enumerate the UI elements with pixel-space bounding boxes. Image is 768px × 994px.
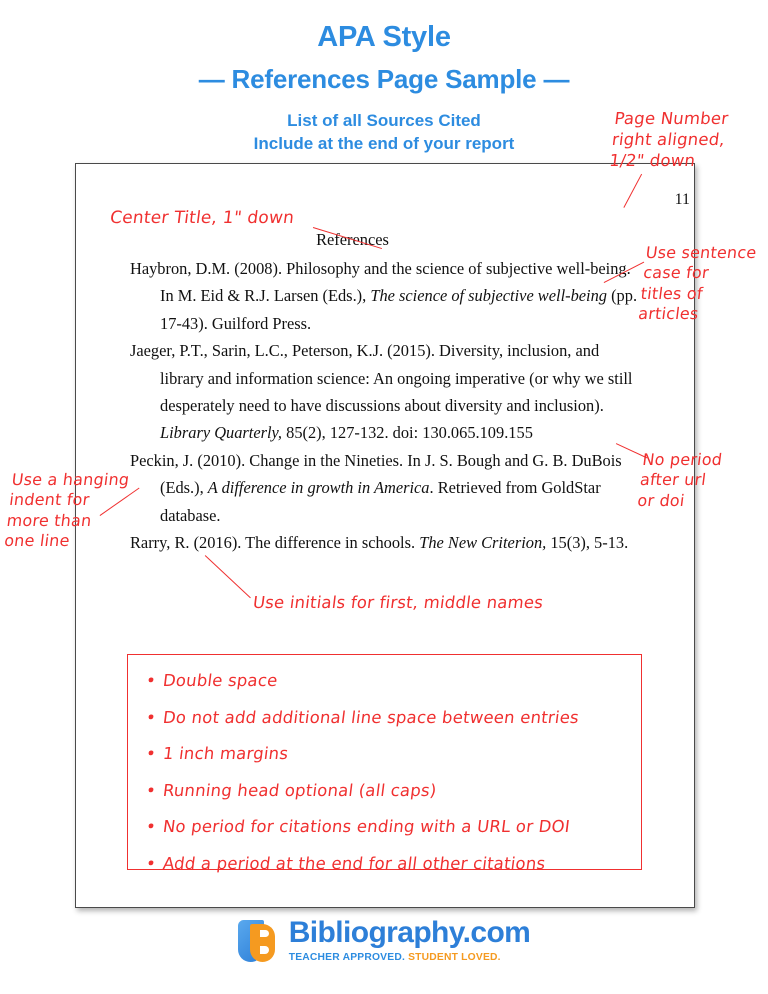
reference-text: Jaeger, P.T., Sarin, L.C., Peterson, K.J… <box>130 341 633 415</box>
rule-item: • No period for citations ending with a U… <box>144 817 642 836</box>
page-title: APA Style <box>317 21 451 53</box>
annotation-initials: Use initials for first, middle names <box>251 593 545 612</box>
reference-entries: Haybron, D.M. (2008). Philosophy and the… <box>130 255 645 556</box>
reference-text: 15(3), 5-13. <box>546 532 629 552</box>
reference-entry: Peckin, J. (2010). Change in the Ninetie… <box>130 447 645 529</box>
logo-tagline-blue: TEACHER APPROVED. <box>288 952 406 964</box>
annotation-center-title: Center Title, 1" down <box>108 208 296 228</box>
bullet-icon: • <box>144 744 158 763</box>
logo-brand-name: Bibliography.com <box>288 916 531 950</box>
rule-item-label: No period for citations ending with a UR… <box>161 817 572 836</box>
bullet-icon: • <box>144 780 158 800</box>
annotation-hanging-indent: Use a hanging indent for more than one l… <box>3 470 131 551</box>
reference-entry: Haybron, D.M. (2008). Philosophy and the… <box>130 255 645 337</box>
logo-notch-bottom <box>259 946 269 954</box>
logo-tagline: TEACHER APPROVED. STUDENT LOVED. <box>289 953 531 963</box>
rule-item-label: 1 inch margins <box>161 744 290 763</box>
rule-item: • 1 inch margins <box>144 744 642 763</box>
document-page-number: 11 <box>674 191 690 208</box>
rules-box: • Double space • Do not add additional line… <box>127 654 642 873</box>
annotation-no-period: No period after url or doi <box>636 450 724 510</box>
site-logo[interactable]: Bibliography.com TEACHER APPROVED. STUDE… <box>0 918 768 964</box>
logo-text-block: Bibliography.com TEACHER APPROVED. STUDE… <box>289 918 531 963</box>
logo-tagline-orange: STUDENT LOVED. <box>405 952 501 964</box>
annotation-page-number: Page Number right aligned, 1/2" down <box>608 109 730 171</box>
reference-entry: Jaeger, P.T., Sarin, L.C., Peterson, K.J… <box>130 337 645 447</box>
bullet-icon: • <box>144 707 158 727</box>
bibliography-b-icon <box>237 918 280 964</box>
rule-item: • Double space <box>144 671 642 690</box>
reference-title-italic: A difference in growth in America <box>207 478 430 498</box>
bullet-icon: • <box>144 853 158 873</box>
reference-title-italic: Library Quarterly, <box>160 423 283 443</box>
rule-item-label: Running head optional (all caps) <box>161 780 438 800</box>
reference-title-italic: The science of subjective well-being <box>370 286 607 306</box>
rule-item: • Running head optional (all caps) <box>144 780 642 800</box>
bullet-icon: • <box>144 671 158 690</box>
reference-text: 85(2), 127-132. doi: 130.065.109.155 <box>282 423 533 443</box>
rule-item-label: Do not add additional line space between… <box>161 707 581 727</box>
logo-notch-top <box>259 930 269 937</box>
rule-item-label: Add a period at the end for all other ci… <box>161 853 547 873</box>
references-list: References Haybron, D.M. (2008). Philoso… <box>130 230 645 556</box>
reference-entry: Rarry, R. (2016). The difference in scho… <box>130 529 645 556</box>
reference-title-italic: The New Criterion, <box>419 532 547 552</box>
rules-list: • Double space • Do not add additional line… <box>144 671 642 873</box>
page-subtitle: — References Page Sample — <box>198 63 570 94</box>
bullet-icon: • <box>144 817 158 836</box>
annotation-sentence-case: Use sentence case for titles of articles <box>637 243 758 324</box>
rule-item: • Do not add additional line space betwee… <box>144 707 642 727</box>
rule-item-label: Double space <box>161 671 279 690</box>
rule-item: • Add a period at the end for all other c… <box>144 853 642 873</box>
reference-text: Rarry, R. (2016). The difference in scho… <box>130 532 420 552</box>
